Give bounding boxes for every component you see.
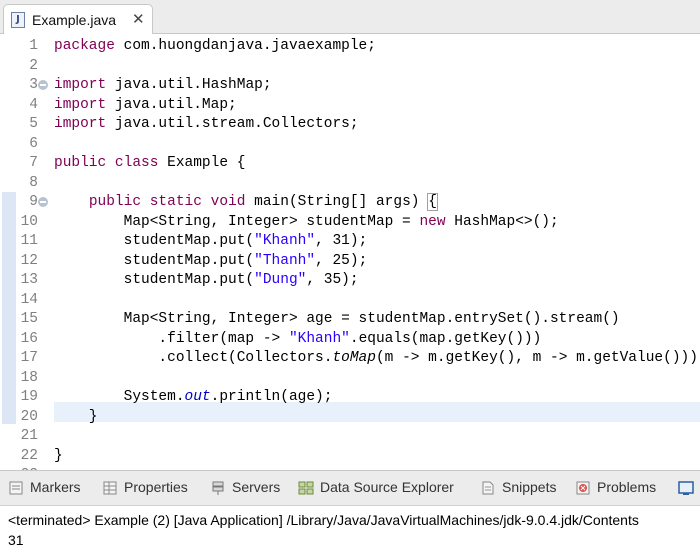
tab-markers-label: Markers [30,479,81,495]
code-text[interactable]: } [54,407,98,427]
code-text[interactable]: Map<String, Integer> studentMap = new Ha… [54,212,559,232]
tab-problems[interactable]: Problems [575,479,656,499]
line-number: 10 [20,213,38,230]
line-number: 22 [20,447,38,464]
editor-tab-bar: J Example.java ✕ [0,0,700,34]
console-output[interactable]: <terminated> Example (2) [Java Applicati… [0,506,700,558]
code-text[interactable]: .filter(map -> "Khanh".equals(map.getKey… [54,329,541,349]
tab-problems-label: Problems [597,479,657,495]
code-line[interactable]: 18 [0,368,700,388]
editor-tab-example-java[interactable]: J Example.java ✕ [3,4,153,34]
code-line[interactable]: 19 System.out.println(age); [0,387,700,407]
code-text[interactable]: studentMap.put("Dung", 35); [54,270,359,290]
code-line[interactable]: 16 .filter(map -> "Khanh".equals(map.get… [0,329,700,349]
code-line[interactable]: 7 public class Example { [0,153,700,173]
line-number: 13 [20,272,38,288]
code-text[interactable]: studentMap.put("Thanh", 25); [54,251,368,271]
line-number: 11 [20,233,38,249]
tab-properties-label: Properties [124,479,188,495]
code-line[interactable]: 8 [0,173,700,193]
code-text[interactable]: .collect(Collectors.toMap(m -> m.getKey(… [54,348,700,368]
code-line[interactable]: 6 [0,134,700,154]
line-number: 3 [29,77,38,93]
code-text[interactable]: Map<String, Integer> age = studentMap.en… [54,309,620,329]
line-number: 20 [20,408,38,425]
code-line[interactable]: 21 [0,426,700,446]
code-line[interactable]: 17 .collect(Collectors.toMap(m -> m.getK… [0,348,700,368]
line-number: 12 [20,252,38,269]
code-line[interactable]: 4 import java.util.Map; [0,95,700,115]
code-text[interactable]: import java.util.Map; [54,95,237,115]
line-number: 17 [20,350,38,366]
java-file-icon: J [11,12,25,28]
line-number: 2 [29,57,38,74]
close-icon[interactable]: ✕ [132,10,145,28]
code-line[interactable]: 2 [0,56,700,76]
code-line[interactable]: 9 public static void main(String[] args)… [0,192,700,212]
line-number: 19 [20,389,38,405]
line-number: 14 [20,291,38,308]
problems-icon [576,481,590,495]
console-output-line: 31 [8,532,24,548]
code-text[interactable]: package com.huongdanjava.javaexample; [54,36,376,56]
code-line[interactable]: 15 Map<String, Integer> age = studentMap… [0,309,700,329]
fold-collapse-icon[interactable] [38,197,48,207]
tab-properties[interactable]: Properties [102,479,188,499]
line-number: 21 [20,428,38,444]
tab-markers[interactable]: Markers [8,479,81,499]
line-number: 5 [29,116,38,132]
bottom-panel-tabs: Markers Properties Servers Data Source E… [0,470,700,506]
properties-icon [103,481,117,495]
code-line[interactable]: 3 import java.util.HashMap; [0,75,700,95]
line-number: 16 [20,330,38,347]
code-line[interactable]: 13 studentMap.put("Dung", 35); [0,270,700,290]
editor-tab-title: Example.java [32,12,117,28]
snippets-icon [482,481,494,495]
console-icon [678,481,694,496]
code-line[interactable]: 5 import java.util.stream.Collectors; [0,114,700,134]
line-number: 18 [20,369,38,386]
tab-servers-label: Servers [232,479,281,495]
code-line[interactable]: 14 [0,290,700,310]
code-text[interactable]: } [54,446,63,466]
code-line[interactable]: 12 studentMap.put("Thanh", 25); [0,251,700,271]
console-status-line: <terminated> Example (2) [Java Applicati… [8,512,639,528]
fold-collapse-icon[interactable] [38,80,48,90]
tab-data-source-explorer[interactable]: Data Source Explorer [298,479,454,499]
line-number: 9 [29,194,38,210]
line-number: 7 [29,155,38,171]
tab-servers[interactable]: Servers [210,479,280,499]
code-text[interactable]: studentMap.put("Khanh", 31); [54,231,368,251]
code-line[interactable]: 1 package com.huongdanjava.javaexample; [0,36,700,56]
markers-icon [9,481,23,495]
code-line[interactable]: 11 studentMap.put("Khanh", 31); [0,231,700,251]
line-number: 6 [29,135,38,152]
code-text[interactable]: public static void main(String[] args) { [54,192,438,212]
code-text[interactable]: import java.util.stream.Collectors; [54,114,359,134]
tab-data-source-explorer-label: Data Source Explorer [320,479,454,495]
line-number: 8 [29,174,38,191]
line-number: 1 [29,38,38,54]
code-line[interactable]: 10 Map<String, Integer> studentMap = new… [0,212,700,232]
line-number: 15 [20,311,38,327]
code-text[interactable]: System.out.println(age); [54,387,333,407]
code-text[interactable]: public class Example { [54,153,245,173]
line-number: 4 [29,96,38,113]
data-source-icon [298,481,314,495]
code-editor[interactable]: 1 package com.huongdanjava.javaexample; 2 3… [0,34,700,470]
servers-icon [212,481,224,496]
tab-console[interactable] [678,479,700,499]
code-line[interactable]: 22} [0,446,700,466]
tab-snippets[interactable]: Snippets [480,479,556,499]
code-text[interactable]: import java.util.HashMap; [54,75,272,95]
code-line[interactable]: 20 } [0,407,700,427]
tab-snippets-label: Snippets [502,479,557,495]
